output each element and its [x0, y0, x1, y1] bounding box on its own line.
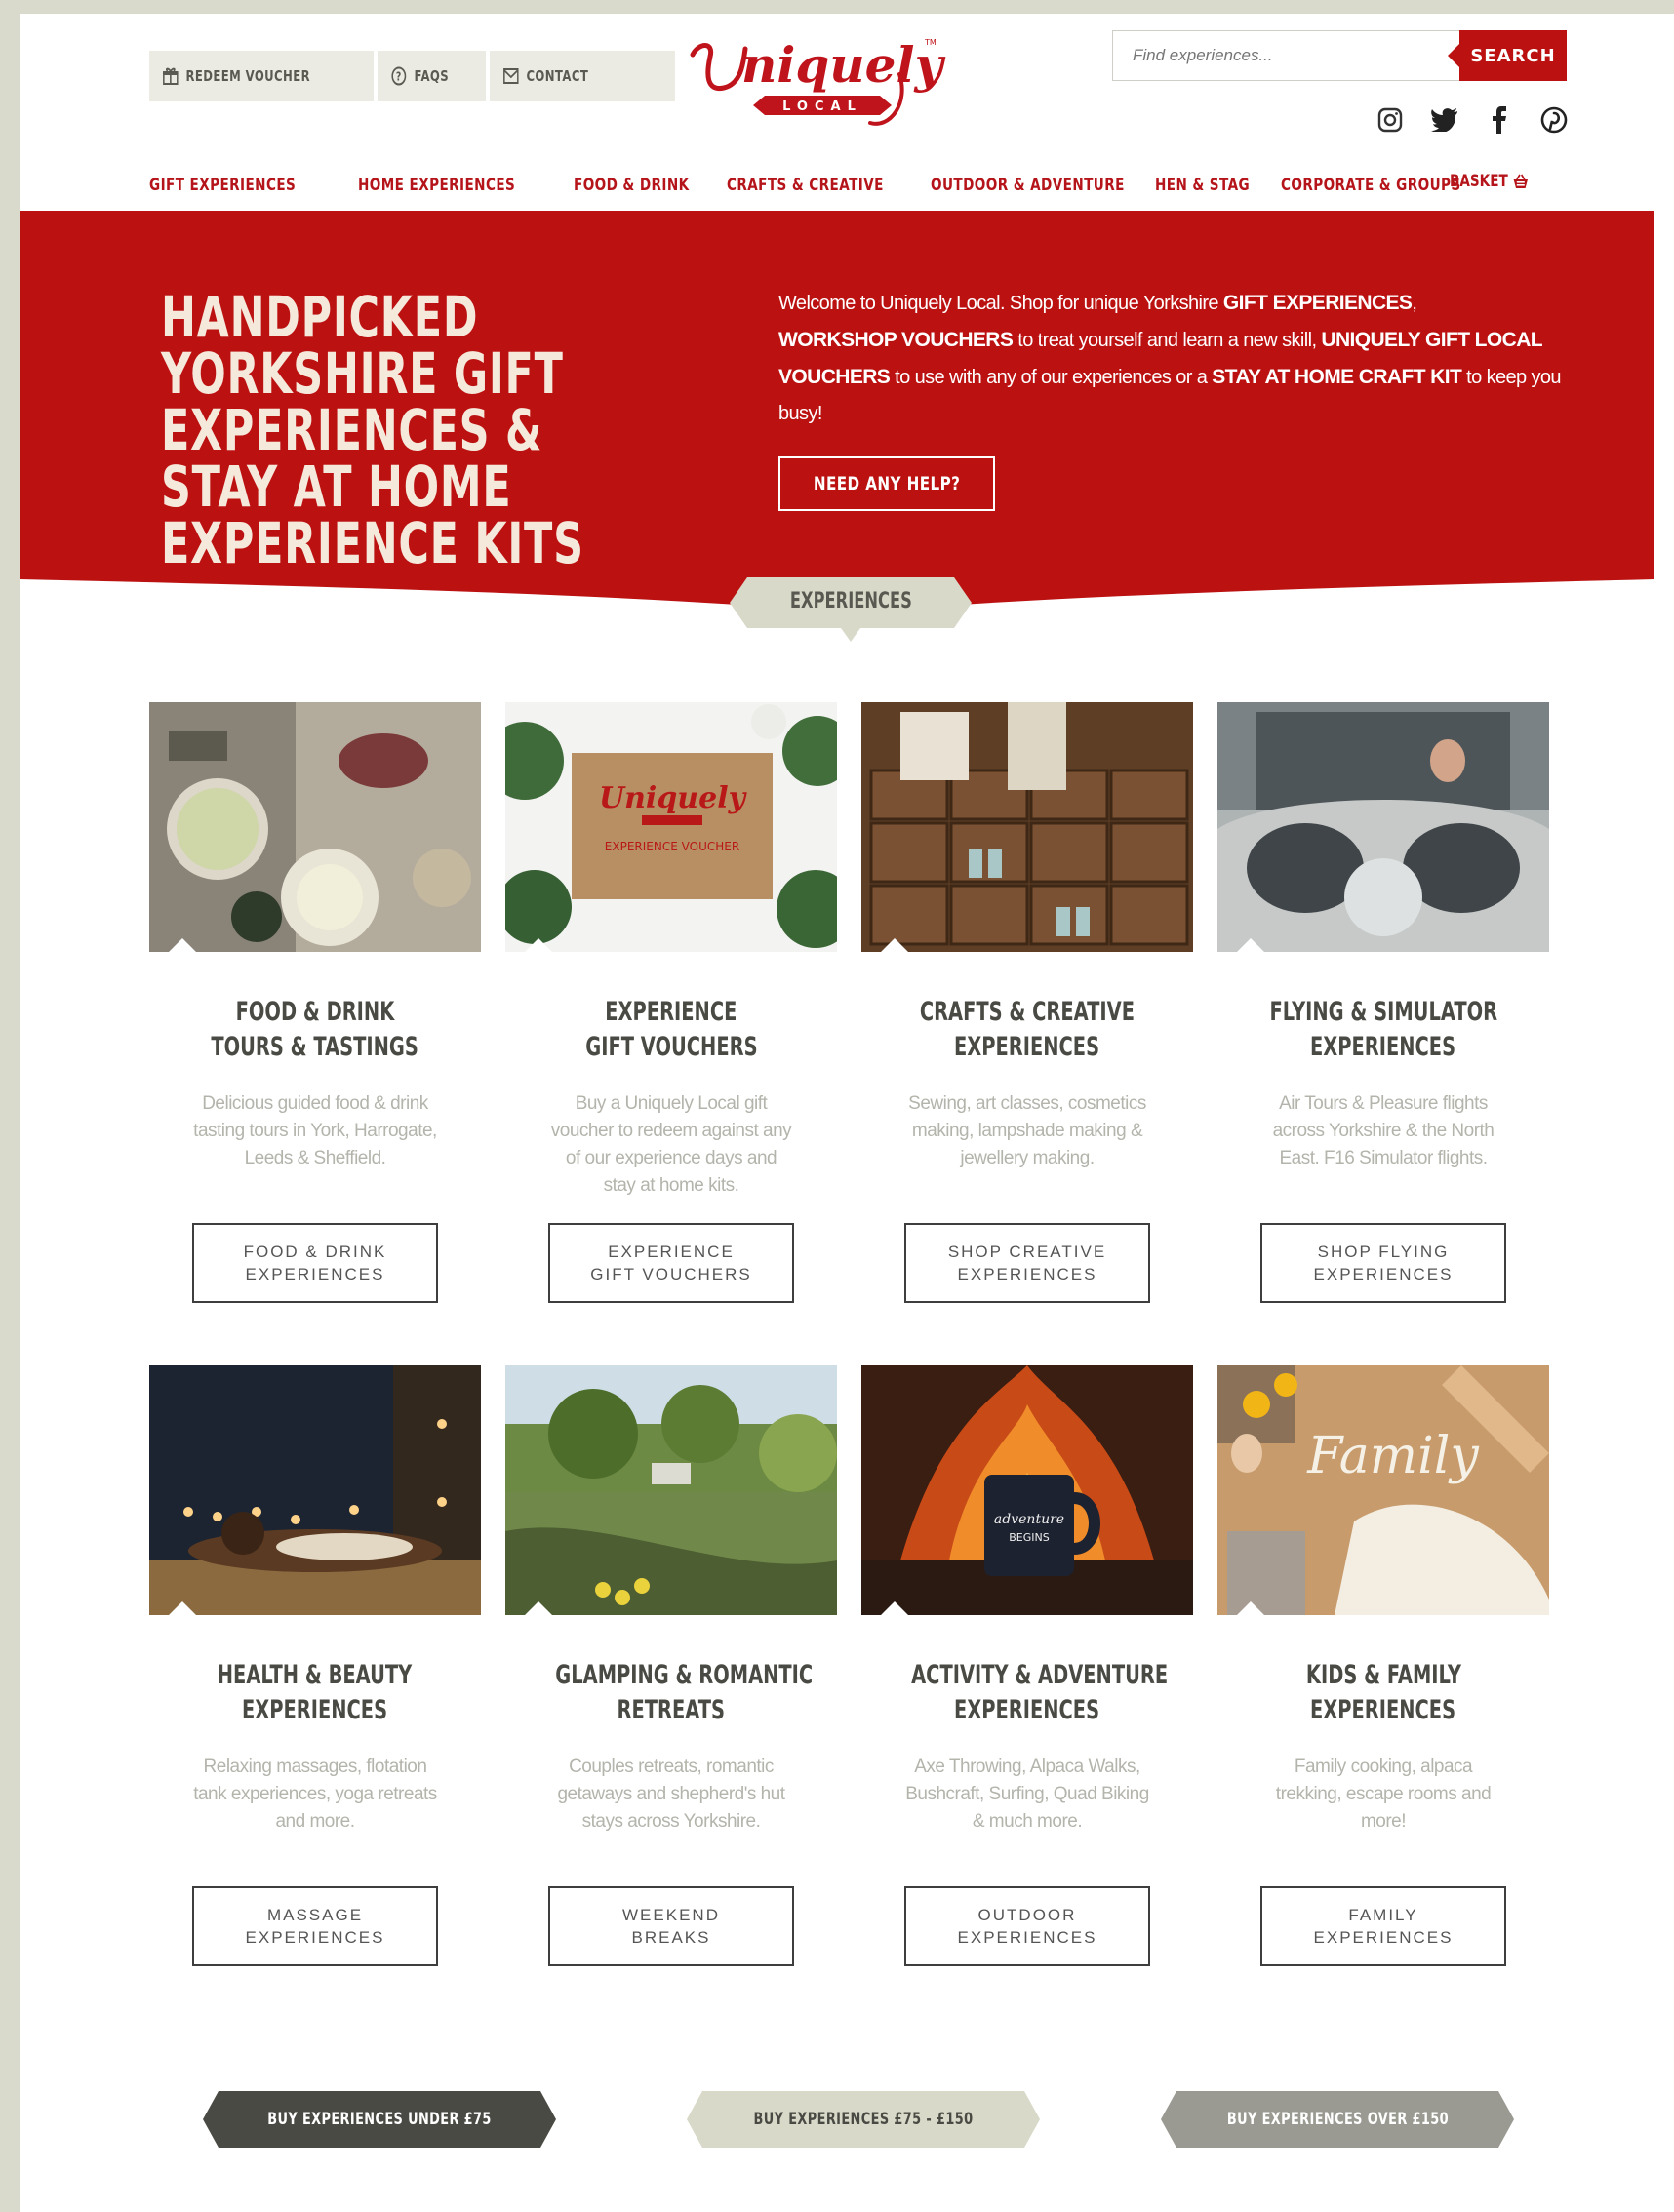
category-image[interactable] [149, 702, 481, 952]
search-input[interactable] [1112, 30, 1459, 81]
svg-text:BEGINS: BEGINS [1009, 1531, 1049, 1544]
contact-label: CONTACT [526, 67, 589, 85]
price-over-150-button[interactable]: BUY EXPERIENCES OVER £150 [1161, 2091, 1514, 2148]
nav-outdoor-adventure[interactable]: OUTDOOR & ADVENTURE [931, 176, 1125, 195]
svg-text:EXPERIENCE VOUCHER: EXPERIENCE VOUCHER [605, 840, 739, 853]
nav-home-experiences[interactable]: HOME EXPERIENCES [358, 176, 515, 195]
category-image[interactable]: Uniquely EXPERIENCE VOUCHER [505, 702, 837, 952]
redeem-voucher-link[interactable]: REDEEM VOUCHER [149, 51, 324, 101]
category-card-activity-adventure: adventure BEGINS ACTIVITY & ADVENTURE EXPER… [861, 1365, 1193, 1966]
category-description: Buy a Uniquely Local gift voucher to red… [550, 1093, 792, 1196]
category-card-food-drink: FOOD & DRINK TOURS & TASTINGS Delicious gu… [149, 702, 481, 1303]
category-description: Family cooking, alpaca trekking, escape … [1275, 1757, 1492, 1832]
category-card-glamping-romantic: GLAMPING & ROMANTIC RETREATS Couples retre… [505, 1365, 837, 1966]
category-button[interactable]: SHOP CREATIVE EXPERIENCES [904, 1223, 1150, 1303]
category-description: Relaxing massages, flotation tank experi… [193, 1757, 437, 1832]
hero-banner: HANDPICKED YORKSHIRE GIFT EXPERIENCES & … [20, 211, 1674, 620]
price-75-150-button[interactable]: BUY EXPERIENCES £75 - £150 [687, 2091, 1040, 2148]
category-button[interactable]: OUTDOOR EXPERIENCES [904, 1886, 1150, 1966]
redeem-voucher-label: REDEEM VOUCHER [185, 67, 310, 85]
experiences-tab[interactable]: EXPERIENCES [730, 589, 972, 613]
pinterest-icon[interactable] [1537, 103, 1571, 137]
category-button[interactable]: MASSAGE EXPERIENCES [192, 1886, 438, 1966]
category-card-kids-family: Family KIDS & FAMILY EXPERIENCES Family coo… [1217, 1365, 1549, 1966]
twitter-icon[interactable] [1428, 103, 1461, 137]
social-links [1374, 103, 1571, 137]
basket-icon [1513, 174, 1528, 188]
category-description: Sewing, art classes, cosmetics making, l… [908, 1093, 1146, 1168]
contact-link[interactable]: CONTACT [490, 51, 634, 101]
nav-corporate-groups[interactable]: CORPORATE & GROUPS [1281, 176, 1461, 195]
search-button[interactable]: SEARCH [1448, 30, 1567, 81]
nav-food-drink[interactable]: FOOD & DRINK [574, 176, 690, 195]
gift-icon [163, 67, 179, 85]
price-under-75-button[interactable]: BUY EXPERIENCES UNDER £75 [203, 2091, 556, 2148]
category-title: FOOD & DRINK TOURS & TASTINGS [211, 997, 419, 1062]
svg-text:adventure: adventure [994, 1512, 1064, 1527]
category-image[interactable] [149, 1365, 481, 1615]
category-title: CRAFTS & CREATIVE EXPERIENCES [919, 997, 1136, 1062]
category-description: Air Tours & Pleasure flights across York… [1272, 1093, 1495, 1168]
category-button[interactable]: FOOD & DRINK EXPERIENCES [192, 1223, 438, 1303]
hero-title: HANDPICKED YORKSHIRE GIFT EXPERIENCES & … [161, 284, 584, 576]
category-card-health-beauty: HEALTH & BEAUTY EXPERIENCES Relaxing massa… [149, 1365, 481, 1966]
svg-text:niquely: niquely [741, 36, 945, 94]
nav-gift-experiences[interactable]: GIFT EXPERIENCES [149, 176, 296, 195]
svg-text:?: ? [395, 69, 401, 83]
category-title: KIDS & FAMILY EXPERIENCES [1305, 1660, 1461, 1725]
facebook-icon[interactable] [1483, 103, 1516, 137]
category-image[interactable]: adventure BEGINS [861, 1365, 1193, 1615]
search-bar: SEARCH [1112, 30, 1567, 81]
svg-text:Family: Family [1306, 1427, 1479, 1485]
category-button[interactable]: SHOP FLYING EXPERIENCES [1260, 1223, 1506, 1303]
category-description: Couples retreats, romantic getaways and … [557, 1757, 785, 1832]
category-title: GLAMPING & ROMANTIC RETREATS [555, 1660, 814, 1725]
category-image[interactable] [505, 1365, 837, 1615]
nav-crafts-creative[interactable]: CRAFTS & CREATIVE [727, 176, 884, 195]
utility-nav: REDEEM VOUCHER ? FAQS CONTACT [149, 51, 675, 101]
svg-text:Uniquely: Uniquely [599, 781, 748, 815]
faqs-label: FAQS [413, 67, 449, 85]
question-icon: ? [390, 66, 406, 86]
category-image[interactable] [861, 702, 1193, 952]
basket-label: BASKET [1450, 172, 1508, 191]
category-description: Delicious guided food & drink tasting to… [193, 1093, 437, 1168]
category-card-flying-simulator: FLYING & SIMULATOR EXPERIENCES Air Tours &… [1217, 702, 1549, 1303]
category-title: HEALTH & BEAUTY EXPERIENCES [218, 1660, 413, 1725]
category-description: Axe Throwing, Alpaca Walks, Bushcraft, S… [905, 1757, 1149, 1832]
category-button[interactable]: EXPERIENCE GIFT VOUCHERS [548, 1223, 794, 1303]
category-image[interactable] [1217, 702, 1549, 952]
category-title: FLYING & SIMULATOR EXPERIENCES [1269, 997, 1497, 1062]
page: REDEEM VOUCHER ? FAQS CONTACT niquely TM… [20, 14, 1674, 2212]
mail-icon [503, 68, 519, 84]
instagram-icon[interactable] [1374, 103, 1407, 137]
category-button[interactable]: FAMILY EXPERIENCES [1260, 1886, 1506, 1966]
logo-sub: LOCAL [782, 99, 862, 114]
svg-text:TM: TM [924, 38, 937, 47]
category-title: ACTIVITY & ADVENTURE EXPERIENCES [911, 1660, 1169, 1725]
category-card-crafts-creative: CRAFTS & CREATIVE EXPERIENCES Sewing, art … [861, 702, 1193, 1303]
category-card-gift-vouchers: Uniquely EXPERIENCE VOUCHER EXPERIENCE GIFT… [505, 702, 837, 1303]
category-button[interactable]: WEEKEND BREAKS [548, 1886, 794, 1966]
category-image[interactable]: Family [1217, 1365, 1549, 1615]
need-help-button[interactable]: NEED ANY HELP? [778, 456, 995, 511]
hero-intro: Welcome to Uniquely Local. Shop for uniq… [778, 292, 1562, 424]
basket-link[interactable]: BASKET [1450, 172, 1529, 191]
uniquely-local-logo[interactable]: niquely TM LOCAL [685, 25, 968, 140]
nav-hen-stag[interactable]: HEN & STAG [1155, 176, 1250, 195]
category-title: EXPERIENCE GIFT VOUCHERS [584, 997, 758, 1062]
faqs-link[interactable]: ? FAQS [378, 51, 462, 101]
main-nav: GIFT EXPERIENCES HOME EXPERIENCES FOOD &… [149, 176, 1532, 195]
